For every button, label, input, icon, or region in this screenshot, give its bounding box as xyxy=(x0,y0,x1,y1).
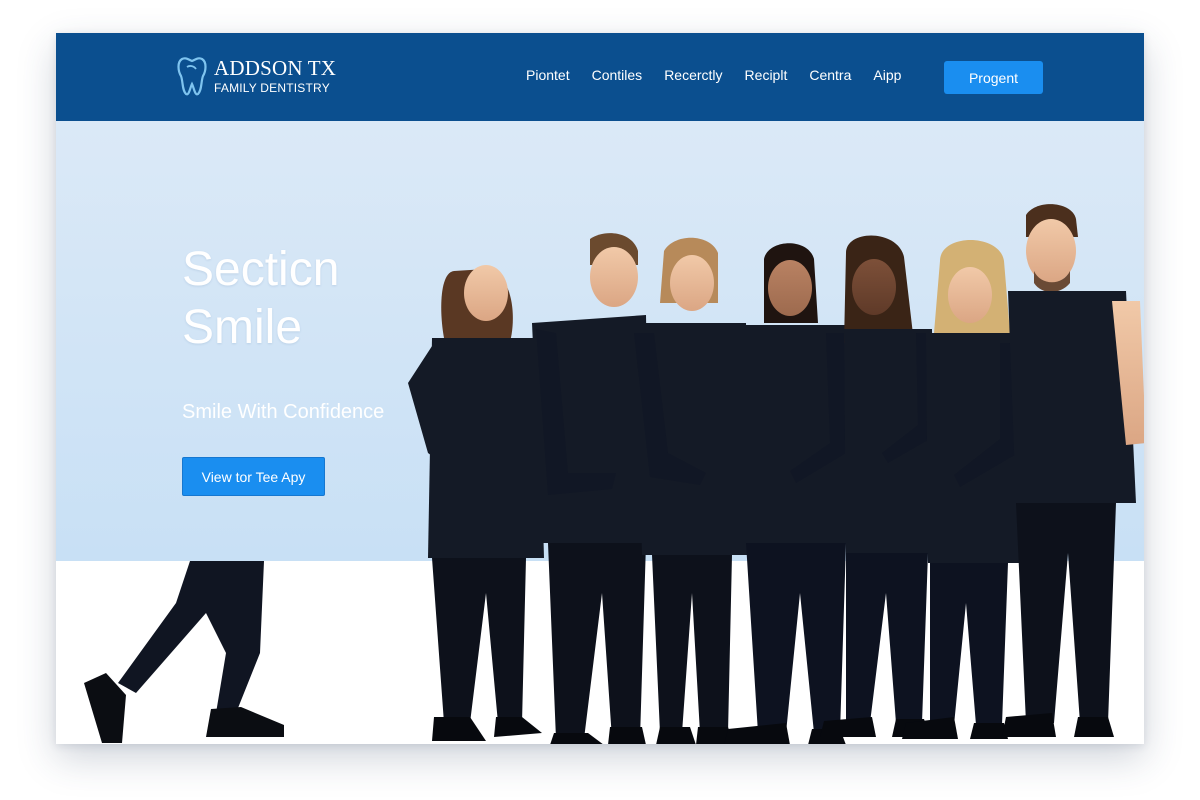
hero-title-line-1: Secticn xyxy=(182,243,340,296)
hero-title-line-2: Smile xyxy=(182,301,303,354)
hero-title: Secticn Smile xyxy=(182,241,339,357)
hero-subtitle: Smile With Confidence xyxy=(182,401,385,423)
team-member-7 xyxy=(1002,204,1144,737)
walking-person-legs xyxy=(84,561,284,743)
hero-cta-button[interactable]: View tor Tee Apy xyxy=(182,457,325,496)
team-member-4 xyxy=(724,243,850,744)
team-member-3 xyxy=(634,237,750,744)
team-member-1 xyxy=(408,265,544,741)
team-member-2 xyxy=(532,233,650,744)
browser-frame: ADDSON TX FAMILY DENTISTRY Piontet Conti… xyxy=(56,33,1144,744)
team-photo-icon xyxy=(84,204,1144,744)
